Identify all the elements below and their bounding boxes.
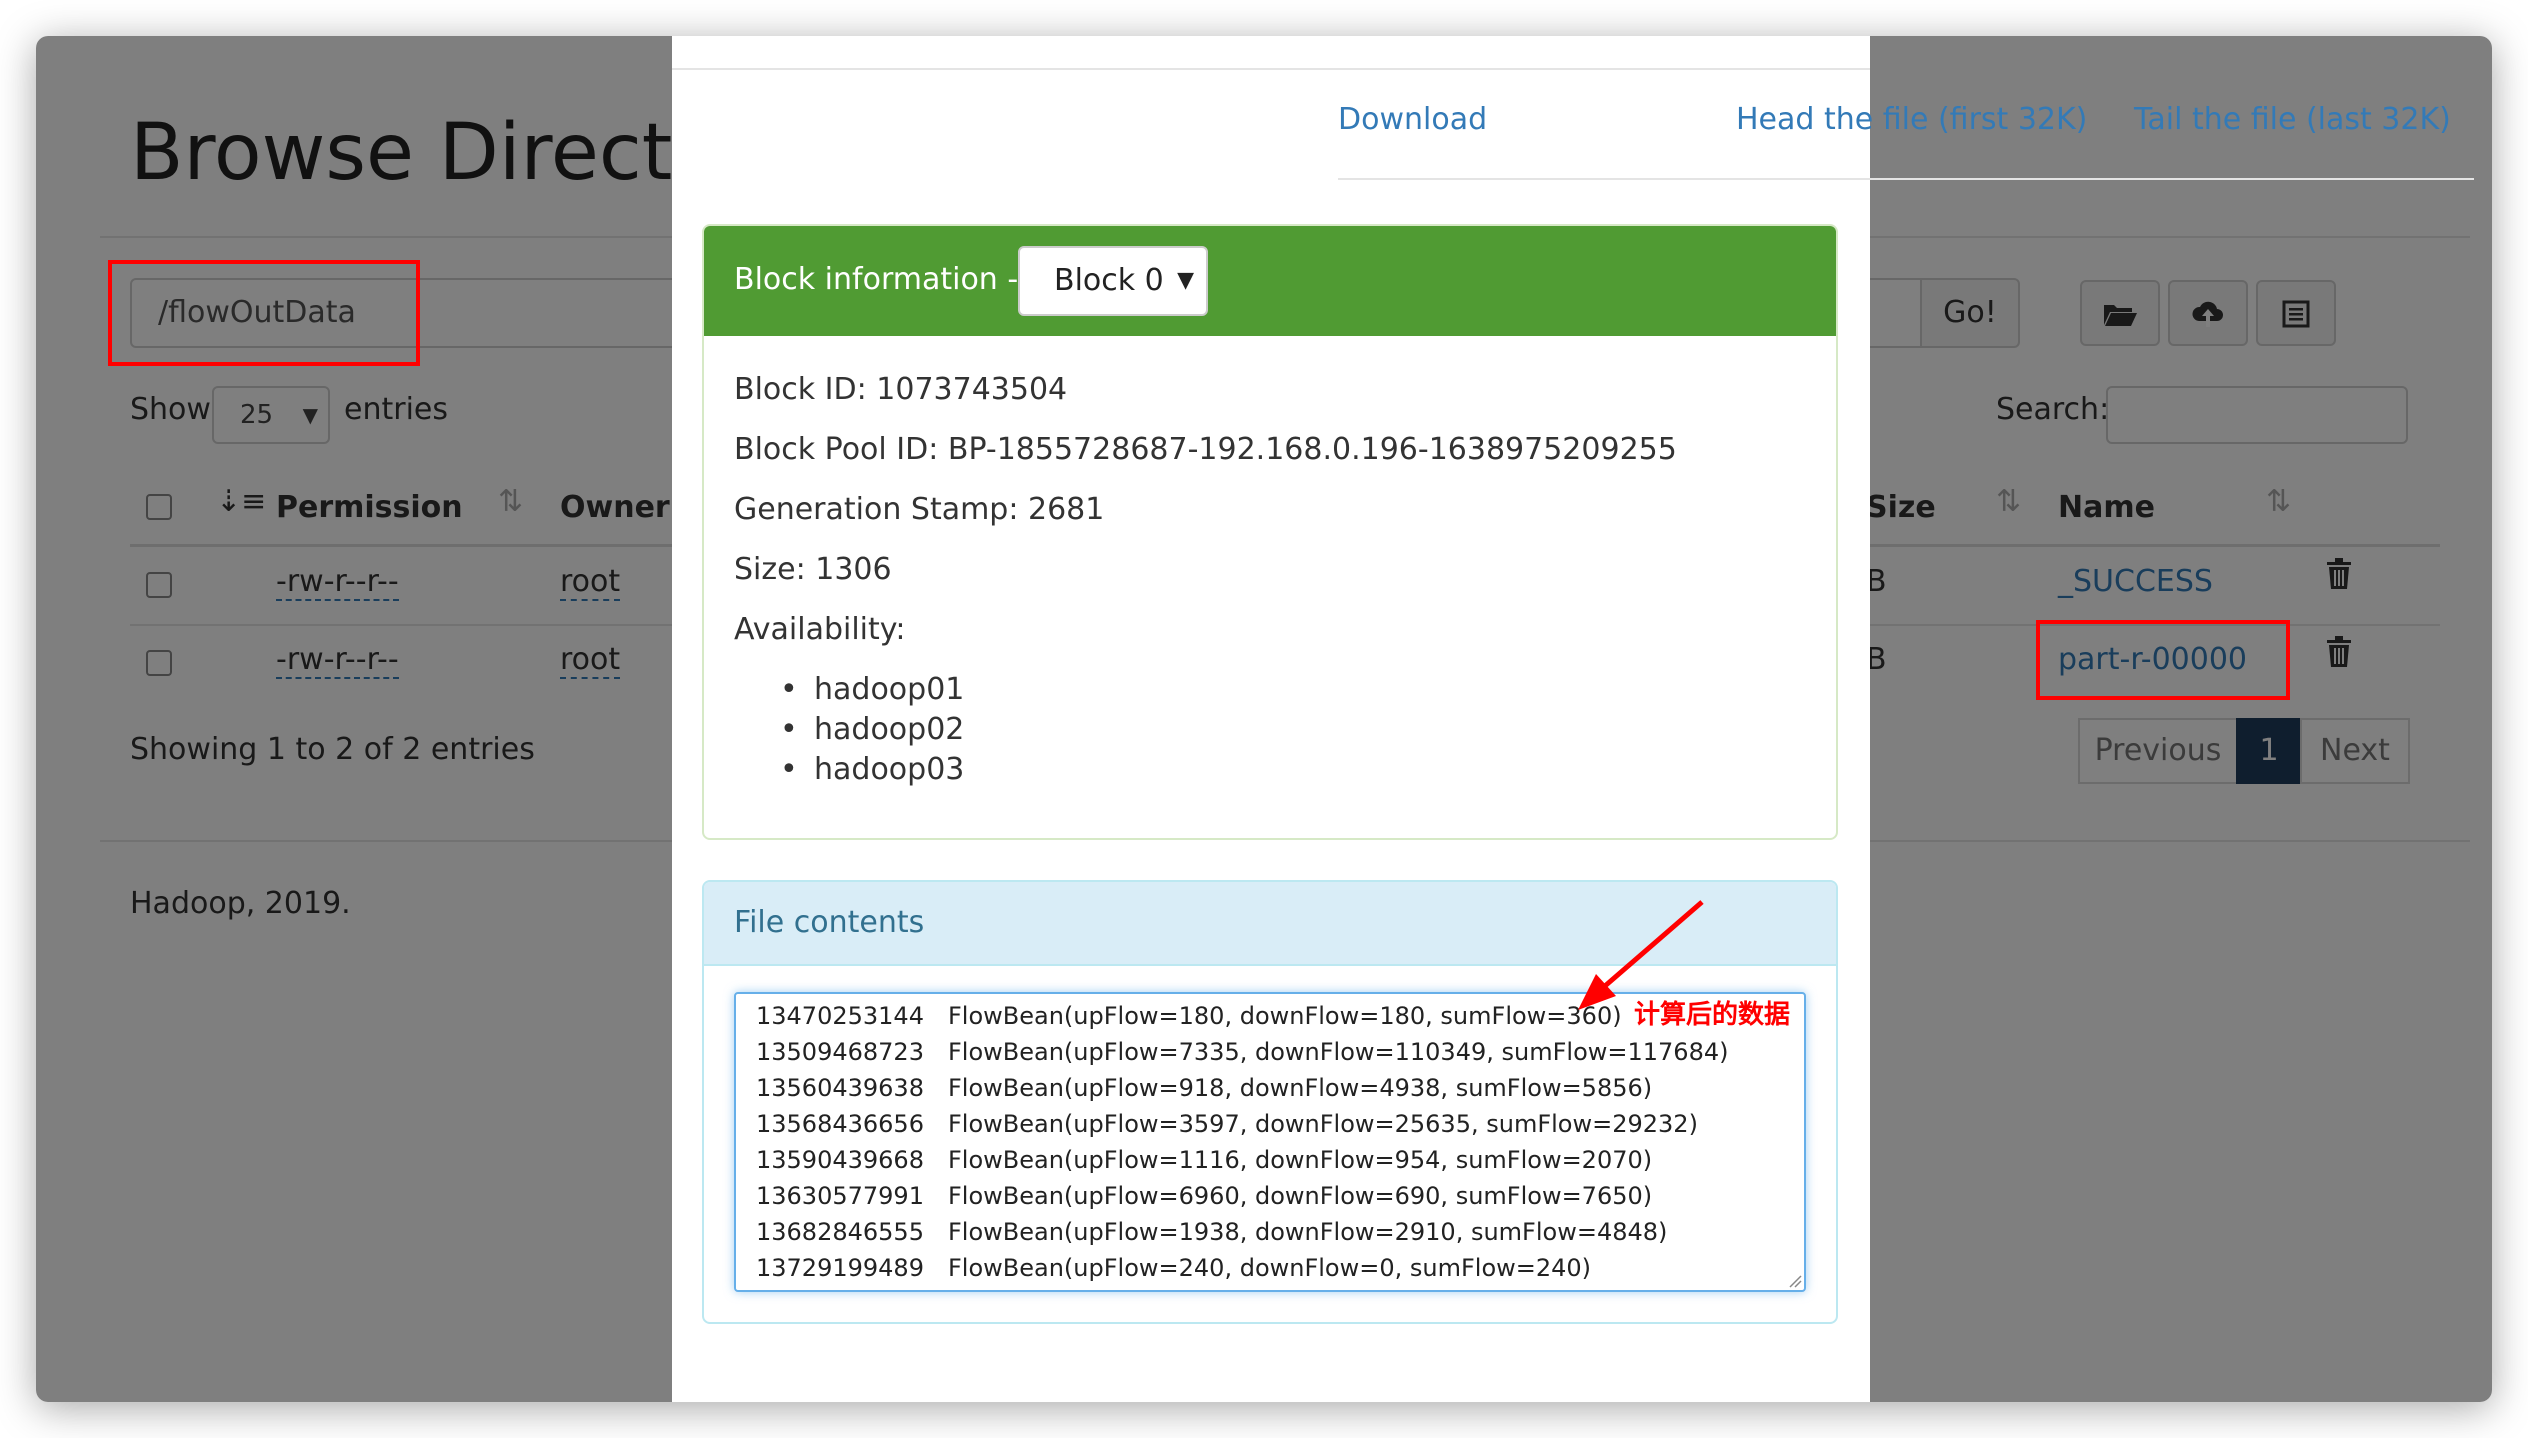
block-information-label: Block information --	[734, 262, 1030, 297]
availability-item: hadoop01	[780, 672, 964, 707]
chevron-down-icon: ▼	[1177, 268, 1194, 293]
file-line: 13630577991 FlowBean(upFlow=6960, downFlo…	[756, 1182, 1652, 1210]
file-line-key: 13470253144	[756, 1002, 924, 1030]
availability-item: hadoop03	[780, 752, 964, 787]
file-line-value: FlowBean(upFlow=918, downFlow=4938, sumF…	[948, 1074, 1653, 1102]
file-line-key: 13590439668	[756, 1146, 924, 1174]
resize-handle-icon[interactable]	[1786, 1272, 1802, 1288]
highlight-box-path	[108, 260, 420, 366]
file-line-key: 13560439638	[756, 1074, 924, 1102]
file-line: 13729199489 FlowBean(upFlow=240, downFlow…	[756, 1254, 1591, 1282]
file-line: 13568436656 FlowBean(upFlow=3597, downFlo…	[756, 1110, 1698, 1138]
availability-label: Availability:	[734, 612, 906, 647]
download-link[interactable]: Download	[1338, 102, 1487, 137]
modal-divider	[1338, 178, 2474, 180]
block-select[interactable]: Block 0 ▼	[1018, 246, 1208, 316]
file-line: 13590439668 FlowBean(upFlow=1116, downFlo…	[756, 1146, 1652, 1174]
file-line-value: FlowBean(upFlow=1938, downFlow=2910, sum…	[948, 1218, 1668, 1246]
file-line-value: FlowBean(upFlow=180, downFlow=180, sumFl…	[948, 1002, 1622, 1030]
file-line-key: 13630577991	[756, 1182, 924, 1210]
tail-file-link[interactable]: Tail the file (last 32K)	[2134, 102, 2451, 137]
modal-header-divider	[672, 68, 1870, 70]
file-line-key: 13682846555	[756, 1218, 924, 1246]
block-selected-value: Block 0	[1054, 263, 1164, 298]
file-line: 13560439638 FlowBean(upFlow=918, downFlow…	[756, 1074, 1652, 1102]
block-size: Size: 1306	[734, 552, 892, 587]
file-line-key: 13568436656	[756, 1110, 924, 1138]
block-information-panel: Block information -- Block 0 ▼ Block ID:…	[702, 224, 1838, 840]
file-line-value: FlowBean(upFlow=240, downFlow=0, sumFlow…	[948, 1254, 1592, 1282]
file-line-key: 13729199489	[756, 1254, 924, 1282]
block-information-header: Block information -- Block 0 ▼	[704, 226, 1836, 336]
head-file-link[interactable]: Head the file (first 32K)	[1736, 102, 2087, 137]
annotation-arrow-icon	[1578, 900, 1704, 1010]
file-line-key: 13509468723	[756, 1038, 924, 1066]
generation-stamp: Generation Stamp: 2681	[734, 492, 1105, 527]
file-line: 13682846555 FlowBean(upFlow=1938, downFlo…	[756, 1218, 1667, 1246]
file-line-value: FlowBean(upFlow=3597, downFlow=25635, su…	[948, 1110, 1698, 1138]
block-pool-id: Block Pool ID: BP-1855728687-192.168.0.1…	[734, 432, 1677, 467]
file-contents-label: File contents	[734, 905, 925, 940]
highlight-box-file	[2036, 620, 2290, 700]
file-line-value: FlowBean(upFlow=6960, downFlow=690, sumF…	[948, 1182, 1653, 1210]
file-line: 13470253144 FlowBean(upFlow=180, downFlow…	[756, 1002, 1622, 1030]
browser-window: Browse Director /flowOutData Go! Show 25…	[36, 36, 2492, 1402]
block-id: Block ID: 1073743504	[734, 372, 1068, 407]
file-line-value: FlowBean(upFlow=1116, downFlow=954, sumF…	[948, 1146, 1653, 1174]
availability-item: hadoop02	[780, 712, 964, 747]
